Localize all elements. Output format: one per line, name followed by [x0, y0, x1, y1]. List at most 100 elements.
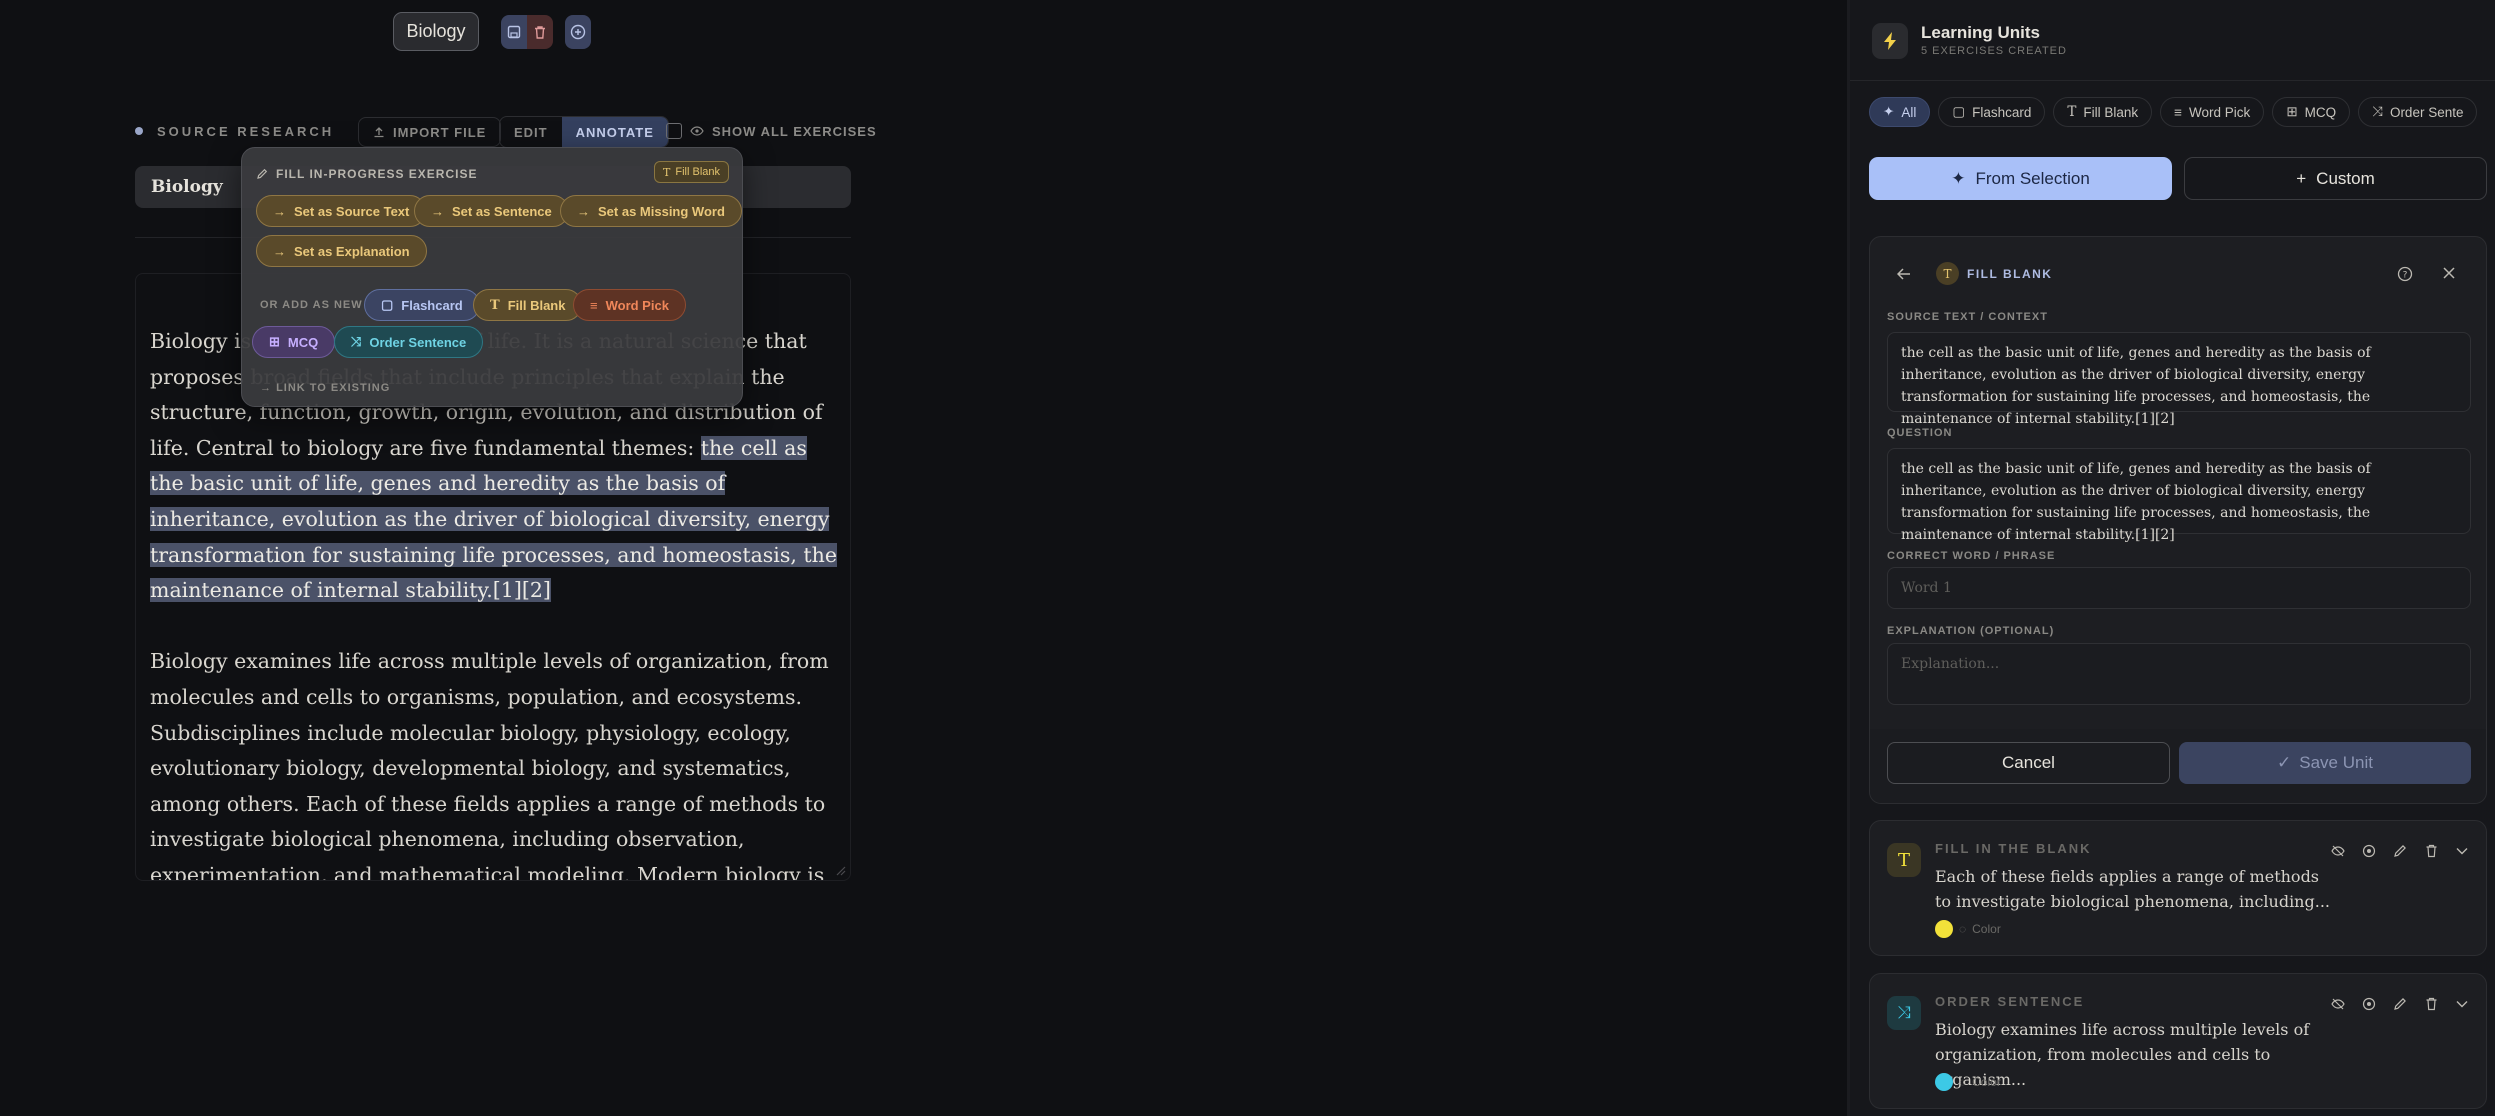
edit-icon[interactable]: [2392, 996, 2408, 1012]
add-flashcard-button[interactable]: ▢ Flashcard: [364, 289, 480, 321]
grid-icon: ⊞: [269, 334, 280, 349]
filter-fill-blank[interactable]: T Fill Blank: [2053, 97, 2153, 127]
book-icon: ▢: [1952, 104, 1966, 119]
grid-icon: ⊞: [2286, 104, 2298, 119]
text-t-icon: T: [1887, 843, 1921, 877]
explanation-field[interactable]: Explanation...: [1887, 643, 2471, 705]
cancel-button[interactable]: Cancel: [1887, 742, 2170, 784]
palette-icon: ◌: [1959, 1075, 1967, 1089]
set-explanation-button[interactable]: → Set as Explanation: [256, 235, 427, 267]
resize-handle-icon[interactable]: [834, 864, 846, 876]
add-mcq-button[interactable]: ⊞ MCQ: [252, 326, 336, 358]
set-source-text-button[interactable]: → Set as Source Text: [256, 195, 427, 227]
save-button[interactable]: [501, 15, 527, 49]
plus-icon: +: [2296, 168, 2307, 188]
or-add-label: OR ADD AS NEW: [260, 299, 363, 311]
save-icon: [507, 25, 521, 39]
text-t-icon: T: [1936, 262, 1959, 285]
unit-text: Each of these fields applies a range of …: [1935, 867, 2330, 911]
import-file-button[interactable]: IMPORT FILE: [358, 117, 502, 147]
custom-button[interactable]: + Custom: [2184, 157, 2487, 200]
document-text[interactable]: Biology is the scientific study of life.…: [150, 324, 840, 880]
mode-toggle: EDIT ANNOTATE: [499, 116, 669, 148]
text-t-icon: T: [663, 165, 671, 179]
plus-circle-icon: [570, 24, 586, 40]
unit-card[interactable]: ⤨ ORDER SENTENCE Biology examines life a…: [1869, 973, 2487, 1109]
add-topic-button[interactable]: [565, 15, 591, 49]
set-missing-word-button[interactable]: → Set as Missing Word: [560, 195, 742, 227]
color-swatch[interactable]: [1935, 1073, 1953, 1091]
arrow-right-icon: →: [273, 243, 286, 259]
question-field[interactable]: the cell as the basic unit of life, gene…: [1887, 448, 2471, 543]
eye-off-icon[interactable]: [2330, 843, 2346, 859]
show-all-toggle[interactable]: SHOW ALL EXERCISES: [666, 123, 877, 139]
text-t-icon: T: [2067, 104, 2077, 120]
save-unit-button[interactable]: ✓ Save Unit: [2179, 742, 2471, 784]
upload-icon: [374, 127, 384, 138]
filter-all[interactable]: ✦ All: [1869, 97, 1931, 127]
target-icon[interactable]: [2361, 996, 2377, 1012]
unit-color-picker[interactable]: ◌ Color: [1935, 920, 2001, 938]
question-label: QUESTION: [1887, 427, 1953, 439]
topic-chip[interactable]: Biology: [393, 12, 479, 51]
close-icon[interactable]: [2442, 266, 2456, 280]
add-fill-blank-button[interactable]: T Fill Blank: [473, 289, 583, 321]
chevron-down-icon[interactable]: [2454, 843, 2470, 859]
link-existing-button[interactable]: → LINK TO EXISTING: [260, 382, 390, 394]
import-file-label: IMPORT FILE: [393, 124, 487, 140]
text-selection[interactable]: the cell as the basic unit of life, gene…: [150, 435, 837, 603]
editor-title: FILL BLANK: [1967, 267, 2053, 281]
status-dot: [135, 127, 143, 135]
unit-card[interactable]: T FILL IN THE BLANK Each of these fields…: [1869, 820, 2487, 956]
from-selection-button[interactable]: ✦ From Selection: [1869, 157, 2172, 200]
set-sentence-button[interactable]: → Set as Sentence: [414, 195, 569, 227]
add-order-sentence-button[interactable]: ⤨ Order Sentence: [334, 326, 484, 358]
arrow-right-icon: →: [431, 203, 444, 219]
target-icon[interactable]: [2361, 843, 2377, 859]
arrow-right-icon: →: [260, 382, 277, 394]
chevron-down-icon[interactable]: [2454, 996, 2470, 1012]
help-icon[interactable]: ?: [2397, 266, 2413, 282]
edit-icon[interactable]: [2392, 843, 2408, 859]
filter-word-pick[interactable]: ≡ Word Pick: [2160, 97, 2265, 127]
color-swatch[interactable]: [1935, 920, 1953, 938]
unit-type: ORDER SENTENCE: [1935, 994, 2085, 1009]
book-icon: ▢: [381, 297, 394, 312]
arrow-left-icon[interactable]: [1897, 268, 1911, 280]
tab-annotate[interactable]: ANNOTATE: [561, 117, 668, 147]
topic-actions: [501, 15, 553, 49]
filter-order-sentence[interactable]: ⤨ Order Sente: [2358, 97, 2478, 127]
trash-icon[interactable]: [2423, 843, 2439, 859]
exercise-count: 5 EXERCISES CREATED: [1921, 45, 2067, 57]
trash-icon: [535, 25, 545, 39]
lightning-icon: [1884, 32, 1896, 50]
svg-text:?: ?: [2403, 271, 2408, 281]
source-text-label: SOURCE TEXT / CONTEXT: [1887, 311, 2048, 323]
filter-tabs: ✦ All ▢ Flashcard T Fill Blank ≡ Word Pick ⊞…: [1869, 97, 2478, 127]
delete-button[interactable]: [527, 15, 553, 49]
popup-header: FILL IN-PROGRESS EXERCISE: [256, 167, 477, 181]
unit-type: FILL IN THE BLANK: [1935, 841, 2092, 856]
annotate-popup: FILL IN-PROGRESS EXERCISE T Fill Blank →…: [241, 147, 743, 407]
show-all-checkbox[interactable]: [666, 123, 682, 139]
paragraph-2[interactable]: Biology examines life across multiple le…: [150, 644, 840, 880]
shuffle-icon: ⤨: [351, 334, 362, 349]
unit-actions: [2330, 996, 2470, 1012]
arrow-right-icon: →: [577, 203, 590, 219]
trash-icon[interactable]: [2423, 996, 2439, 1012]
shuffle-icon: ⤨: [1887, 996, 1921, 1030]
explanation-label: EXPLANATION (OPTIONAL): [1887, 625, 2055, 637]
correct-word-field[interactable]: Word 1: [1887, 567, 2471, 609]
filter-mcq[interactable]: ⊞ MCQ: [2272, 97, 2351, 127]
source-text-field[interactable]: the cell as the basic unit of life, gene…: [1887, 332, 2471, 427]
list-icon: ≡: [2174, 104, 2183, 120]
filter-flashcard[interactable]: ▢ Flashcard: [1938, 97, 2046, 127]
unit-color-picker[interactable]: ◌ Color: [1935, 1073, 2001, 1091]
add-word-pick-button[interactable]: ≡ Word Pick: [573, 289, 686, 321]
divider: [1850, 80, 2495, 81]
sparkle-icon: ✦: [1883, 104, 1895, 119]
eye-off-icon[interactable]: [2330, 996, 2346, 1012]
text-t-icon: T: [490, 297, 500, 313]
tab-edit[interactable]: EDIT: [500, 117, 562, 147]
pencil-icon: [257, 168, 268, 179]
